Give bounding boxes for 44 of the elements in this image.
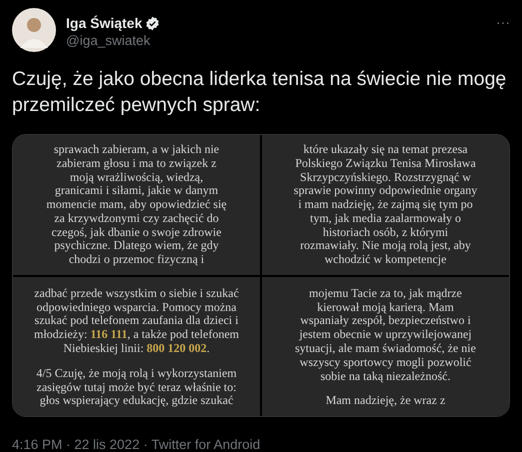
text-line: 4/5 Czuję, że moją rolą i wykorzystaniem: [36, 366, 237, 381]
text-line: odpowiedniego wsparcia. Pomocy można: [36, 300, 236, 314]
text-line: tym, jak media zaalarmowały o: [310, 212, 461, 226]
author-handle[interactable]: @iga_swiatek: [66, 33, 486, 48]
text-line: jestem obecnie w uprzywilejowanej: [299, 328, 472, 342]
text-line: wchodzić w kompetencje: [324, 253, 446, 268]
text-line: sytuacji, ale mam świadomość, że nie: [295, 342, 476, 356]
text-line: momencie mam, aby opowiedzieć się: [46, 198, 227, 212]
text-line: i mam nadzieję, że zajmą się tym po: [298, 198, 473, 212]
text-line: moją wrażliwością, wiedzą,: [70, 170, 204, 184]
text-line: sprawie powinny odpowiednie organy: [294, 184, 478, 198]
text-line: rozmawiały. Nie moją rolą jest, aby: [300, 239, 471, 254]
text-line: Polskiego Związku Tenisa Mirosława: [295, 156, 476, 170]
text-line: szukać pod telefonem zaufania dla dzieci i: [34, 314, 238, 328]
text-line: chodzi o przemoc fizyczną i: [68, 253, 204, 268]
story-image[interactable]: [262, 135, 509, 275]
tweet-timestamp[interactable]: 4:16 PM · 22 lis 2022 · Twitter for Android: [12, 437, 510, 452]
text-line: zabieram głosu i ma to związek z: [56, 156, 216, 170]
text-line: młodzieży: 116 111, a także pod telefonem: [34, 328, 239, 342]
text-line: wspaniały zespół, bezpieczeństwo i: [300, 314, 471, 328]
text-line: sobie na taką niezależność.: [320, 370, 450, 384]
text-line: wszyscy sportowcy mogli pozwolić: [300, 356, 472, 370]
text-line: zadbać przede wszystkim o siebie i szukać: [34, 286, 239, 301]
text-line: Skrzypczyńskiego. Rozstrzygnąć w: [300, 170, 471, 184]
tweet-text: Czuję, że jako obecna liderka tenisa na świecie nie mogę przemilczeć pewnych spraw:: [12, 67, 508, 118]
story-image[interactable]: [262, 277, 509, 416]
story-image[interactable]: [13, 135, 260, 275]
author-name[interactable]: Iga Świątek: [66, 15, 142, 31]
text-line: psychiczne. Dlatego wiem, że gdy: [54, 239, 219, 254]
text-line: które ukazały się na temat prezesa: [303, 142, 468, 157]
text-line: historiach osób, z którymi: [322, 226, 448, 240]
text-line: mojemu Tacie za to, jak mądrze: [309, 286, 462, 301]
avatar[interactable]: [12, 8, 56, 52]
text-line: czegoś, jak dbanie o swoje zdrowie: [52, 226, 222, 240]
text-line: głos wspierający edukację, gdzie szukać: [40, 394, 234, 408]
text-line: kierował moją karierą. Mam: [317, 300, 454, 314]
more-button[interactable]: ···: [496, 14, 510, 30]
text-line: granicami i siłami, jakie w danym: [54, 184, 218, 198]
text-line: Mam nadzieję, że wraz z: [326, 394, 446, 408]
text-line: sprawach zabieram, a w jakich nie: [54, 142, 220, 157]
text-line: Niebieskiej linii: 800 120 002.: [63, 342, 210, 356]
text-line: zasięgów tutaj może być teraz właśnie to:: [36, 380, 236, 394]
story-image[interactable]: [13, 277, 260, 416]
text-line: za krzywdzonymi czy zachęcić do: [54, 212, 219, 226]
